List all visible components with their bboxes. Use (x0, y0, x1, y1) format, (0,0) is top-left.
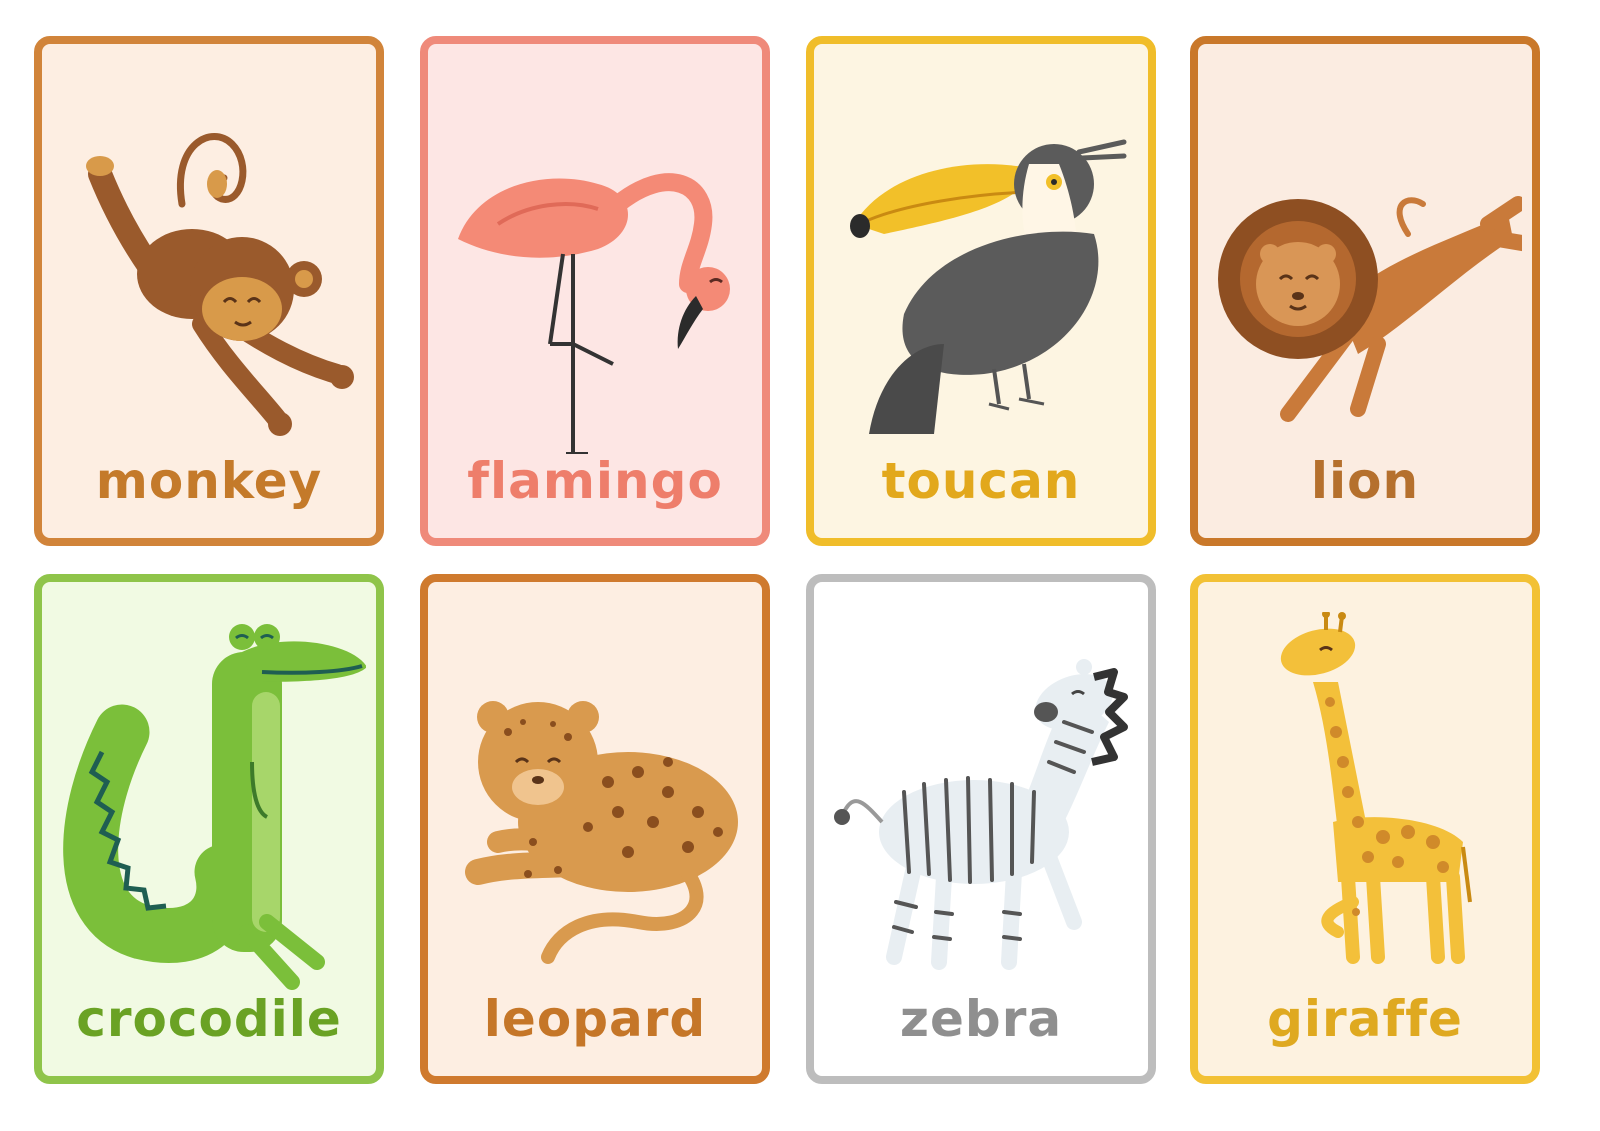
card-leopard: leopard (420, 574, 770, 1084)
card-label: lion (1310, 452, 1420, 510)
card-giraffe: giraffe (1190, 574, 1540, 1084)
card-toucan: toucan (806, 36, 1156, 546)
card-zebra: zebra (806, 574, 1156, 1084)
card-lion: lion (1190, 36, 1540, 546)
card-crocodile: crocodile (34, 574, 384, 1084)
zebra-icon (824, 612, 1138, 992)
flamingo-icon (438, 74, 752, 454)
card-label: giraffe (1267, 990, 1463, 1048)
card-label: zebra (899, 990, 1063, 1048)
card-label: crocodile (76, 990, 342, 1048)
card-label: flamingo (467, 452, 723, 510)
flashcard-sheet: monkey flamingo toucan lion crocodile le… (0, 0, 1600, 1131)
toucan-icon (824, 74, 1138, 454)
crocodile-icon (52, 612, 366, 992)
monkey-icon (52, 74, 366, 454)
card-label: toucan (881, 452, 1081, 510)
card-label: leopard (483, 990, 707, 1048)
leopard-icon (438, 612, 752, 992)
card-monkey: monkey (34, 36, 384, 546)
card-label: monkey (95, 452, 323, 510)
giraffe-icon (1208, 612, 1522, 992)
card-flamingo: flamingo (420, 36, 770, 546)
lion-icon (1208, 74, 1522, 454)
